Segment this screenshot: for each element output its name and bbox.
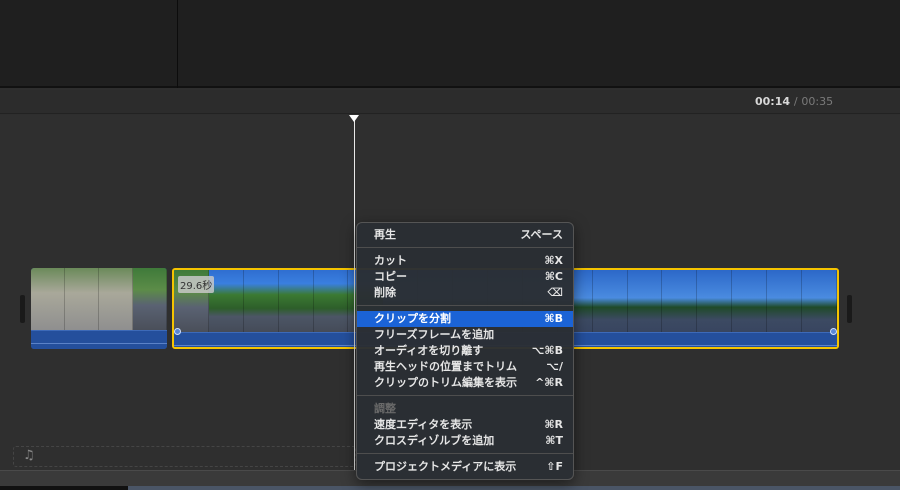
thumbnail (278, 270, 314, 332)
menu-item-shortcut: ⌘T (545, 434, 563, 447)
thumbnail (767, 270, 803, 332)
timeline-start-handle[interactable] (20, 295, 25, 323)
menu-item-label: 再生 (374, 228, 396, 241)
menu-separator (357, 395, 573, 396)
menu-item-shortcut: ⇧F (546, 460, 563, 473)
timecode: 00:14 / 00:35 (755, 95, 833, 108)
menu-item-shortcut: ^⌘R (535, 376, 563, 389)
menu-item-label: クロスディゾルブを追加 (374, 434, 495, 447)
menu-item-label: 削除 (374, 286, 396, 299)
music-note-icon: ♫ (23, 448, 35, 463)
menu-separator (357, 305, 573, 306)
menu-item[interactable]: コピー ⌘C (357, 269, 573, 285)
viewer-divider[interactable] (177, 0, 178, 88)
thumbnail (133, 268, 167, 330)
thumbnail (697, 270, 733, 332)
menu-item[interactable]: フリーズフレームを追加 (357, 327, 573, 343)
thumbnail (65, 268, 99, 330)
menu-item-label: プロジェクトメディアに表示 (374, 460, 517, 473)
menu-item-shortcut: ⌘X (544, 254, 563, 267)
menu-item[interactable]: プロジェクトメディアに表示 ⇧F (357, 459, 573, 475)
menu-item: 調整 (357, 401, 573, 417)
menu-item[interactable]: クリップのトリム編集を表示 ^⌘R (357, 375, 573, 391)
thumbnail (592, 270, 628, 332)
menu-item-label: 再生ヘッドの位置までトリム (374, 360, 517, 373)
menu-item-shortcut: ⌥⌘B (531, 344, 563, 357)
context-menu[interactable]: 再生 スペース カット ⌘X コピー ⌘C 削除 ⌫ クリップを分割 ⌘B フリーズフレームを追加オ… (356, 222, 574, 480)
viewer-area (0, 0, 900, 88)
thumbnail (627, 270, 663, 332)
clip-audio-waveform (31, 330, 167, 349)
menu-item[interactable]: クロスディゾルブを追加 ⌘T (357, 433, 573, 449)
thumbnail (243, 270, 279, 332)
timecode-separator: / (793, 95, 798, 108)
menu-item-label: クリップのトリム編集を表示 (374, 376, 517, 389)
menu-item-shortcut: スペース (520, 228, 563, 241)
menu-item-label: フリーズフレームを追加 (374, 328, 495, 341)
menu-item-label: 速度エディタを表示 (374, 418, 473, 431)
background-music-well[interactable]: ♫ (13, 446, 356, 467)
menu-item-label: クリップを分割 (374, 312, 451, 325)
thumbnail (31, 268, 65, 330)
playhead[interactable] (354, 115, 355, 470)
clip-duration-label: 29.6秒 (178, 276, 215, 293)
menu-item-label: コピー (374, 270, 407, 283)
menu-separator (357, 453, 573, 454)
menu-item-shortcut: ⌘B (544, 312, 563, 325)
menu-item-shortcut: ⌥/ (546, 360, 563, 373)
menu-item[interactable]: 削除 ⌫ (357, 285, 573, 301)
total-time: 00:35 (801, 95, 834, 108)
fade-in-handle[interactable] (174, 328, 181, 335)
thumbnail (313, 270, 349, 332)
menu-item[interactable]: オーディオを切り離す ⌥⌘B (357, 343, 573, 359)
thumbnail (802, 270, 837, 332)
video-clip-1[interactable] (31, 268, 167, 349)
fade-out-handle[interactable] (830, 328, 837, 335)
timecode-bar: 00:14 / 00:35 (0, 90, 900, 114)
menu-item[interactable]: 速度エディタを表示 ⌘R (357, 417, 573, 433)
menu-item-shortcut: ⌘R (544, 418, 563, 431)
current-time: 00:14 (755, 95, 791, 108)
menu-item-label: 調整 (374, 402, 396, 415)
thumbnail (732, 270, 768, 332)
menu-item-shortcut: ⌫ (547, 286, 563, 299)
menu-item-label: オーディオを切り離す (374, 344, 484, 357)
menu-item-shortcut: ⌘C (544, 270, 563, 283)
thumbnail (99, 268, 133, 330)
menu-item[interactable]: クリップを分割 ⌘B (357, 311, 573, 327)
timeline-end-handle[interactable] (847, 295, 852, 323)
thumbnail (208, 270, 244, 332)
menu-item[interactable]: 再生ヘッドの位置までトリム ⌥/ (357, 359, 573, 375)
thumbnail (662, 270, 698, 332)
playhead-handle[interactable] (349, 115, 359, 122)
menu-item[interactable]: カット ⌘X (357, 253, 573, 269)
menu-item-label: カット (374, 254, 407, 267)
menu-separator (357, 247, 573, 248)
menu-item[interactable]: 再生 スペース (357, 227, 573, 243)
